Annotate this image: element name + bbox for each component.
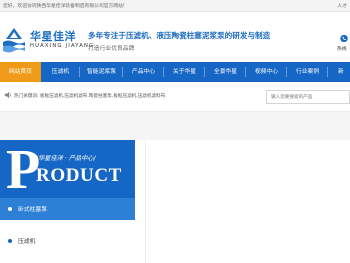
nav-item-home[interactable]: 网站首页 [0,62,41,82]
welcome-text: 您好，欢迎访问陕西华星佳洋装备制造有限公司官方网站! [3,4,125,9]
hotline: 热线 [337,34,350,56]
product-content-area [145,140,350,263]
nav-item-panorama[interactable]: 全景华星 [205,62,246,82]
side-item-horizontal-pump[interactable]: 卧式柱塞泵 [0,198,135,220]
bullet-icon [8,239,12,243]
talent-link[interactable]: 人才 [337,2,347,9]
section-divider [0,112,350,140]
speaker-icon [4,91,11,99]
nav-item-cases[interactable]: 行业案例 [287,62,328,82]
side-item-label: 压滤机 [18,239,36,245]
nav-item-filter-press[interactable]: 压滤机 [41,62,80,82]
product-side-menu: 卧式柱塞泵 压滤机 [0,198,135,263]
banner-title: RODUCT [36,165,122,186]
nav-item-about[interactable]: 关于华星 [164,62,205,82]
nav-item-news[interactable]: 新 [328,62,350,82]
slogan-sub: 打造行业优良品牌 [88,46,135,52]
main-nav: 网站首页 压滤机 智能泥浆泵 产品中心 关于华星 全景华星 视频中心 行业案例 … [0,62,350,82]
site-logo[interactable]: 华星佳洋 HUAXING JIAYANG [0,24,93,64]
banner-subtitle: /华星佳洋 · 产品中心/ [36,155,96,162]
logo-english: HUAXING JIAYANG [30,43,95,49]
nav-item-smart-pump[interactable]: 智能泥浆泵 [80,62,123,82]
site-header: 华星佳洋 HUAXING JIAYANG 多年专注于压滤机、液压陶瓷柱塞泥浆泵的… [0,12,350,62]
bullet-icon [8,207,12,211]
logo-name: 华星佳洋 [30,30,76,43]
top-bar: 您好，欢迎访问陕西华星佳洋装备制造有限公司官方网站! 人才 [0,0,350,12]
logo-icon [3,28,25,53]
keywords-bar: 热门关键词: 板框压滤机,压滤机滤布,陶瓷柱塞泵,板框压滤机,压滤机滤料布 [0,82,350,112]
nav-item-products[interactable]: 产品中心 [123,62,164,82]
product-center-banner: P /华星佳洋 · 产品中心/ RODUCT [0,140,135,198]
phone-icon [340,34,348,43]
nav-item-video[interactable]: 视频中心 [246,62,287,82]
hot-keywords-label: 热门关键词: [14,94,39,99]
slogan-main: 多年专注于压滤机、液压陶瓷柱塞泥浆泵的研发与制造 [88,31,271,40]
search-input[interactable] [271,92,347,102]
side-item-filter-press[interactable]: 压滤机 [0,230,135,252]
hotline-label: 热线 [337,47,347,52]
side-item-label: 卧式柱塞泵 [18,207,47,213]
hot-keywords-list[interactable]: 板框压滤机,压滤机滤布,陶瓷柱塞泵,板框压滤机,压滤机滤料布 [40,93,165,99]
search-box [266,90,350,104]
